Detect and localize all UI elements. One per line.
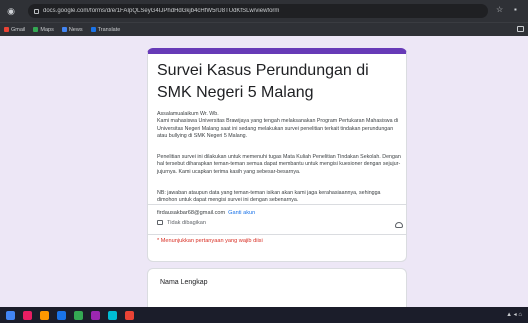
taskbar-app-icon[interactable]: [57, 310, 66, 320]
form-page: Survei Kasus Perundungan di SMK Negeri 5…: [0, 36, 528, 307]
bookmark-news[interactable]: News: [61, 26, 83, 33]
taskbar-app-icon[interactable]: [108, 310, 117, 320]
switch-account-link[interactable]: Ganti akun: [228, 210, 255, 216]
required-note: * Menunjukkan pertanyaan yang wajib diis…: [157, 238, 263, 244]
bookmark-maps[interactable]: Maps: [33, 26, 54, 33]
bookmarks-bar: Gmail Maps News Translate: [0, 22, 528, 36]
system-tray-icon[interactable]: ▲ ◂ ⌂: [506, 311, 522, 318]
share-status: Tidak dibagikan: [157, 218, 206, 227]
bookmark-label: Translate: [97, 26, 121, 33]
bookmark-label: News: [68, 26, 83, 33]
question-label: Nama Lengkap: [160, 279, 208, 286]
browser-menu-icon[interactable]: ◉: [6, 6, 16, 16]
form-description-note: NB: jawaban ataupun data yang teman-tema…: [157, 190, 381, 204]
taskbar-app-icon[interactable]: [6, 310, 15, 320]
not-shared-label: Tidak dibagikan: [167, 219, 206, 226]
form-description-purpose: Penelitian survei ini dilakukan untuk me…: [157, 154, 401, 175]
bookmark-label: Maps: [40, 26, 54, 33]
taskbar-app-icon[interactable]: [40, 310, 49, 320]
bookmark-label: Gmail: [11, 26, 26, 33]
form-title: Survei Kasus Perundungan di SMK Negeri 5…: [157, 62, 369, 101]
news-icon: [61, 27, 67, 32]
account-row: firdausakbar68@gmail.com Ganti akun: [157, 208, 401, 217]
bookmark-star-icon[interactable]: ☆: [496, 5, 503, 14]
taskbar-app-icon[interactable]: [91, 310, 100, 320]
taskbar-app-icon[interactable]: [125, 310, 134, 320]
address-bar[interactable]: docs.google.com/forms/d/e/1FAIpQLSeyG4IJ…: [28, 4, 488, 18]
bookmark-gmail[interactable]: Gmail: [4, 27, 25, 33]
gmail-icon: [4, 27, 9, 32]
cloud-save-icon: [395, 222, 403, 228]
taskbar-app-icon[interactable]: [23, 310, 32, 320]
not-shared-icon: [157, 220, 163, 225]
question-card[interactable]: Nama Lengkap: [147, 268, 407, 307]
lock-icon: [34, 8, 39, 14]
account-email: firdausakbar68@gmail.com: [157, 209, 226, 216]
taskbar: ▲ ◂ ⌂: [0, 307, 528, 323]
maps-icon: [33, 27, 39, 32]
translate-icon: [90, 27, 96, 32]
divider: [148, 204, 406, 205]
form-header-card: Survei Kasus Perundungan di SMK Negeri 5…: [147, 48, 407, 262]
browser-toolbar: ◉ docs.google.com/forms/d/e/1FAIpQLSeyG4…: [0, 0, 528, 22]
taskbar-app-icon[interactable]: [74, 310, 83, 320]
divider: [148, 234, 406, 235]
side-panel-icon[interactable]: [517, 26, 524, 32]
bookmark-translate[interactable]: Translate: [90, 26, 121, 33]
form-description-intro: Assalamualaikum Wr. Wb. Kami mahasiswa U…: [157, 111, 399, 140]
url-text: docs.google.com/forms/d/e/1FAIpQLSeyG4IJ…: [43, 8, 280, 14]
extensions-icon[interactable]: ▪: [514, 5, 517, 14]
